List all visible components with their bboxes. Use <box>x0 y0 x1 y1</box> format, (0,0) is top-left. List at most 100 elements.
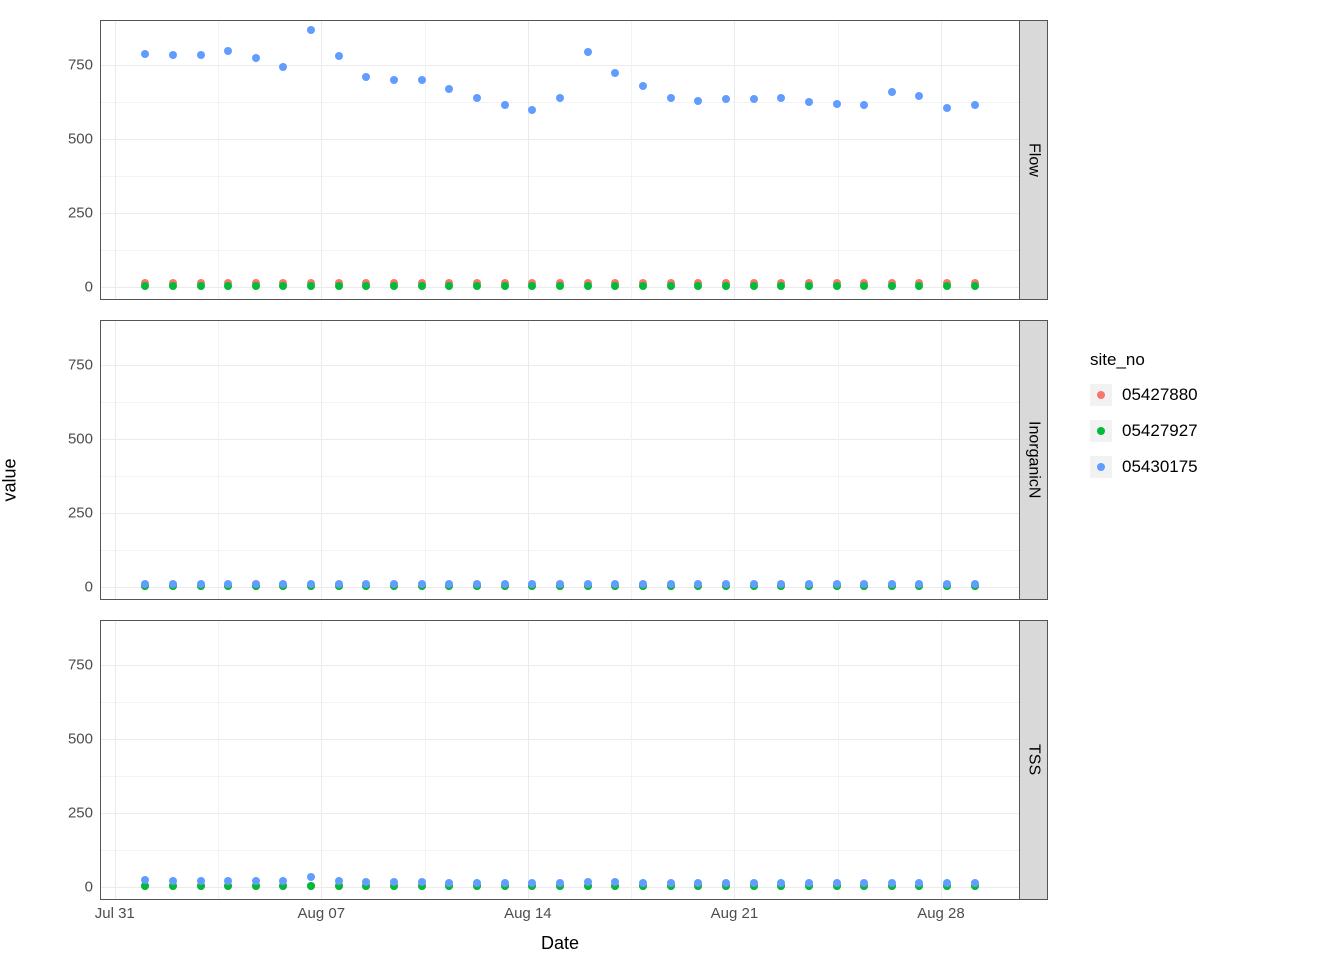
y-tick-label: 500 <box>68 431 101 448</box>
data-point <box>307 282 315 290</box>
data-point <box>307 873 315 881</box>
data-point <box>418 76 426 84</box>
data-point <box>584 282 592 290</box>
data-point <box>556 94 564 102</box>
data-point <box>584 48 592 56</box>
data-point <box>943 104 951 112</box>
data-point <box>501 282 509 290</box>
data-point <box>971 879 979 887</box>
data-point <box>362 878 370 886</box>
data-point <box>971 580 979 588</box>
data-point <box>528 879 536 887</box>
facet-row-tss: 0250500750Jul 31Aug 07Aug 14Aug 21Aug 28… <box>100 620 1060 900</box>
data-point <box>915 282 923 290</box>
y-tick-label: 500 <box>68 131 101 148</box>
data-point <box>418 580 426 588</box>
x-tick-label: Aug 14 <box>504 899 552 922</box>
legend-label: 05430175 <box>1122 457 1198 477</box>
data-point <box>501 879 509 887</box>
data-point <box>445 879 453 887</box>
data-point <box>418 878 426 886</box>
data-point <box>362 282 370 290</box>
y-tick-label: 0 <box>85 579 101 596</box>
y-tick-label: 500 <box>68 731 101 748</box>
legend: site_no 054278800542792705430175 <box>1090 350 1198 492</box>
data-point <box>528 106 536 114</box>
y-tick-label: 750 <box>68 357 101 374</box>
data-point <box>943 282 951 290</box>
facet-row-flow: 0250500750 Flow <box>100 20 1060 300</box>
data-point <box>445 580 453 588</box>
data-point <box>722 879 730 887</box>
data-point <box>169 51 177 59</box>
plot-tss: 0250500750Jul 31Aug 07Aug 14Aug 21Aug 28 <box>100 620 1020 900</box>
y-tick-label: 250 <box>68 505 101 522</box>
facet-strip-label: InorganicN <box>1025 421 1043 498</box>
data-point <box>584 878 592 886</box>
y-tick-label: 750 <box>68 57 101 74</box>
x-axis-label: Date <box>541 933 579 954</box>
data-point <box>915 580 923 588</box>
facet-strip-flow: Flow <box>1020 20 1048 300</box>
data-point <box>639 282 647 290</box>
data-point <box>279 63 287 71</box>
data-point <box>362 580 370 588</box>
data-point <box>667 282 675 290</box>
data-point <box>141 282 149 290</box>
data-point <box>169 282 177 290</box>
data-point <box>390 282 398 290</box>
data-point <box>750 282 758 290</box>
data-point <box>197 877 205 885</box>
data-point <box>252 580 260 588</box>
data-point <box>141 580 149 588</box>
legend-item-05427927: 05427927 <box>1090 420 1198 442</box>
data-point <box>667 879 675 887</box>
plot-flow: 0250500750 <box>100 20 1020 300</box>
data-point <box>307 26 315 34</box>
data-point <box>445 282 453 290</box>
data-point <box>611 580 619 588</box>
data-point <box>252 877 260 885</box>
data-point <box>224 877 232 885</box>
data-point <box>833 879 841 887</box>
data-point <box>888 580 896 588</box>
chart-stage: value Date 0250500750Flow0250500750Inorg… <box>0 0 1344 960</box>
data-point <box>722 95 730 103</box>
x-tick-label: Jul 31 <box>95 899 135 922</box>
data-point <box>805 580 813 588</box>
data-point <box>197 580 205 588</box>
data-point <box>943 879 951 887</box>
data-point <box>335 580 343 588</box>
x-tick-label: Aug 21 <box>711 899 759 922</box>
legend-swatch <box>1090 384 1112 406</box>
data-point <box>639 82 647 90</box>
data-point <box>722 282 730 290</box>
data-point <box>169 580 177 588</box>
data-point <box>252 282 260 290</box>
data-point <box>971 282 979 290</box>
data-point <box>694 879 702 887</box>
data-point <box>667 94 675 102</box>
facet-row-inorganicn: 0250500750InorganicN <box>100 320 1060 600</box>
legend-swatch <box>1090 456 1112 478</box>
data-point <box>694 580 702 588</box>
data-point <box>915 92 923 100</box>
data-point <box>224 282 232 290</box>
data-point <box>750 580 758 588</box>
data-point <box>971 101 979 109</box>
data-point <box>833 580 841 588</box>
data-point <box>943 580 951 588</box>
data-point <box>805 282 813 290</box>
data-point <box>169 877 177 885</box>
data-point <box>888 88 896 96</box>
facet-strip-label: TSS <box>1025 744 1043 775</box>
facet-strip-tss: TSS <box>1020 620 1048 900</box>
data-point <box>197 51 205 59</box>
legend-dot-icon <box>1097 463 1105 471</box>
data-point <box>390 580 398 588</box>
facet-strip-label: Flow <box>1025 143 1043 177</box>
data-point <box>279 580 287 588</box>
data-point <box>805 879 813 887</box>
data-point <box>888 282 896 290</box>
data-point <box>224 47 232 55</box>
